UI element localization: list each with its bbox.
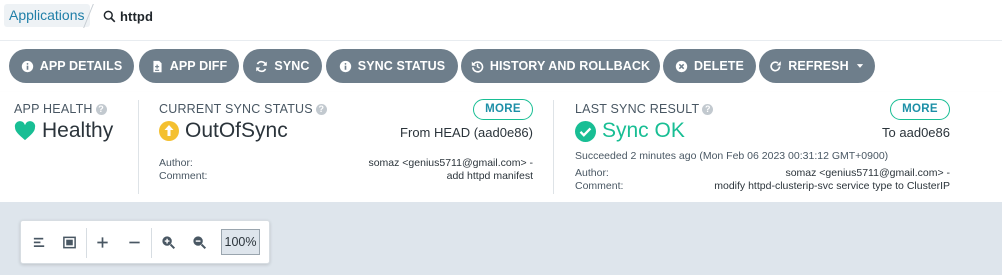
- search-box[interactable]: httpd: [103, 6, 153, 26]
- sync-button[interactable]: SYNC: [243, 49, 322, 83]
- zoom-level: 100%: [221, 229, 260, 255]
- author-label: Author:: [159, 157, 193, 169]
- sync-from-revision: From HEAD (aad0e86): [400, 125, 533, 140]
- zoom-in-plus-button[interactable]: [92, 232, 112, 252]
- search-icon: [103, 10, 116, 22]
- app-health-title: APP HEALTH ?: [14, 102, 107, 116]
- current-sync-title-text: CURRENT SYNC STATUS: [159, 102, 313, 116]
- app-diff-button[interactable]: APP DIFF: [139, 49, 239, 83]
- breadcrumb-applications[interactable]: Applications: [4, 4, 90, 27]
- history-icon: [471, 60, 484, 73]
- app-health-value: Healthy: [14, 119, 113, 143]
- current-sync-panel: CURRENT SYNC STATUS ? MORE OutOfSync Fro…: [139, 92, 553, 202]
- sync-status-button[interactable]: SYNC STATUS: [326, 49, 458, 83]
- align-left-button[interactable]: [29, 232, 49, 252]
- caret-down-icon: [856, 64, 863, 68]
- history-rollback-button[interactable]: HISTORY AND ROLLBACK: [461, 49, 660, 83]
- search-plus-icon: [161, 235, 175, 249]
- heart-icon: [14, 121, 36, 141]
- app-health-panel: APP HEALTH ? Healthy: [0, 92, 138, 202]
- delete-button[interactable]: DELETE: [663, 49, 756, 83]
- check-circle-icon: [575, 120, 596, 142]
- help-icon[interactable]: ?: [702, 103, 714, 115]
- status-panels: APP HEALTH ? Healthy CURRENT SYNC STATUS…: [0, 92, 1002, 202]
- help-icon[interactable]: ?: [95, 103, 107, 115]
- sync-status-label: SYNC STATUS: [357, 59, 446, 73]
- file-diff-icon: [153, 60, 162, 72]
- author-label: Author:: [575, 167, 609, 179]
- minus-icon: [128, 241, 140, 243]
- zoom-in-button[interactable]: [158, 232, 178, 252]
- last-sync-status-text: Sync OK: [602, 119, 685, 142]
- fit-screen-icon: [62, 236, 76, 248]
- current-sync-title: CURRENT SYNC STATUS ?: [159, 102, 327, 116]
- author-value: somaz <genius5711@gmail.com> -: [368, 157, 533, 169]
- app-details-label: APP DETAILS: [39, 59, 123, 73]
- comment-label: Comment:: [159, 170, 208, 182]
- info-circle-icon: [21, 60, 33, 72]
- align-left-icon: [33, 237, 44, 247]
- comment-value: add httpd manifest: [446, 170, 533, 182]
- health-status-text: Healthy: [42, 119, 114, 142]
- zoom-out-button[interactable]: [189, 232, 209, 252]
- fit-screen-button[interactable]: [59, 232, 79, 252]
- comment-value: modify httpd-clusterip-svc service type …: [714, 180, 950, 192]
- graph-toolbar: 100%: [20, 220, 270, 264]
- last-sync-title-text: LAST SYNC RESULT: [575, 102, 700, 116]
- current-sync-more-button[interactable]: MORE: [473, 99, 533, 120]
- delete-label: DELETE: [694, 59, 744, 73]
- sync-status-text: OutOfSync: [185, 119, 288, 142]
- search-query[interactable]: httpd: [120, 9, 153, 24]
- app-diff-label: APP DIFF: [169, 59, 228, 73]
- top-bar: Applications httpd: [0, 0, 1002, 41]
- sync-icon: [256, 60, 268, 72]
- help-icon[interactable]: ?: [315, 103, 327, 115]
- comment-label: Comment:: [575, 180, 624, 192]
- action-bar: APP DETAILS APP DIFF SYNC SYNC STATUS HI…: [0, 41, 1002, 92]
- sync-status-value: OutOfSync: [159, 119, 288, 143]
- refresh-button[interactable]: REFRESH: [759, 49, 875, 83]
- plus-icon: [96, 236, 108, 248]
- search-minus-icon: [192, 235, 206, 249]
- sync-label: SYNC: [274, 59, 310, 73]
- last-sync-panel: LAST SYNC RESULT ? MORE Sync OK To aad0e…: [554, 92, 1002, 202]
- redo-icon: [770, 60, 782, 71]
- toolbar-separator: [151, 228, 152, 258]
- zoom-out-minus-button[interactable]: [124, 232, 144, 252]
- last-sync-more-button[interactable]: MORE: [890, 99, 950, 120]
- sync-succeeded-time: Succeeded 2 minutes ago (Mon Feb 06 2023…: [575, 150, 889, 162]
- last-sync-title: LAST SYNC RESULT ?: [575, 102, 714, 116]
- toolbar-separator: [86, 228, 87, 258]
- refresh-label: REFRESH: [788, 59, 849, 73]
- author-value: somaz <genius5711@gmail.com> -: [785, 167, 950, 179]
- last-sync-value: Sync OK: [575, 119, 685, 143]
- history-rollback-label: HISTORY AND ROLLBACK: [489, 59, 651, 73]
- sync-to-revision: To aad0e86: [882, 125, 950, 140]
- arrow-up-circle-icon: [159, 121, 179, 141]
- info-circle-icon: [339, 60, 351, 72]
- times-circle-icon: [675, 60, 688, 72]
- app-details-button[interactable]: APP DETAILS: [9, 49, 134, 83]
- app-health-title-text: APP HEALTH: [14, 102, 93, 116]
